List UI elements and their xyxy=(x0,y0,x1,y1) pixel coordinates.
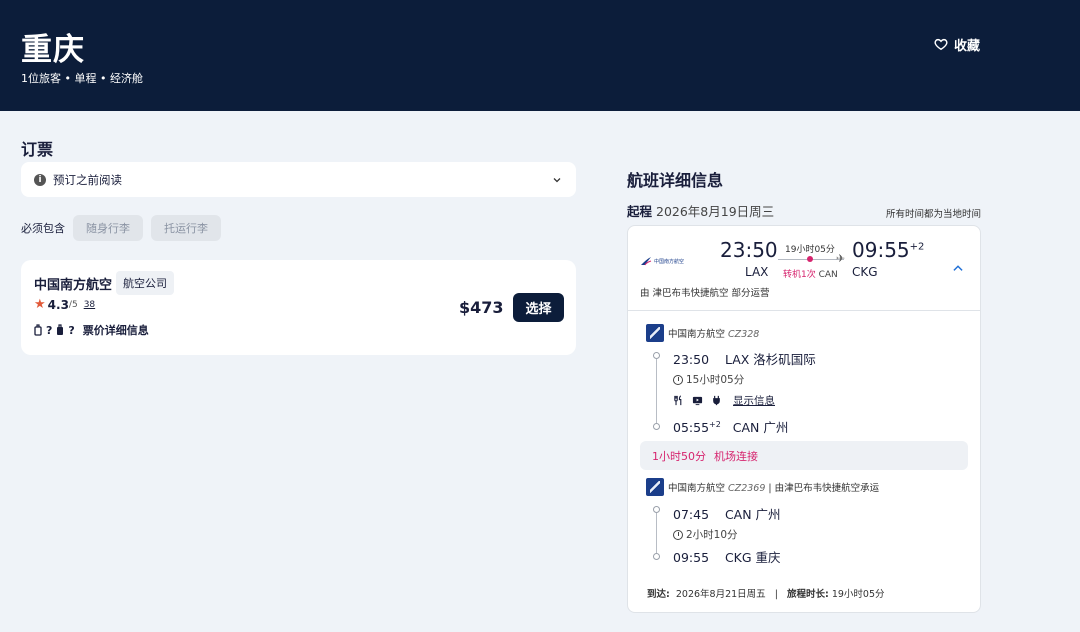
stops-info: 转机1次 CAN xyxy=(783,267,838,280)
flight-offer-card: 中国南方航空 航空公司 ★ 4.3 /5 38 ? ? 票价详细信息 $473 … xyxy=(21,260,576,355)
operated-by: 由 津巴布韦快捷航空 部分运营 xyxy=(640,288,770,299)
outbound-label: 起程 xyxy=(627,204,653,219)
flight-detail-card: 中国南方航空 23:50 LAX 19小时05分 ✈ 转机1次 CAN 09:5… xyxy=(627,225,981,613)
meal-icon xyxy=(674,395,682,406)
departure-code: LAX xyxy=(745,265,769,279)
total-duration: 19小时05分 xyxy=(785,245,835,255)
read-before-booking[interactable]: i 预订之前阅读 xyxy=(21,162,576,197)
timeline-line xyxy=(656,513,657,553)
star-icon: ★ xyxy=(34,297,46,312)
power-icon xyxy=(713,395,720,406)
stops-count: 转机1次 xyxy=(783,270,816,280)
fare-details-link[interactable]: 票价详细信息 xyxy=(83,322,149,338)
chevron-down-icon xyxy=(553,177,561,182)
read-before-label: 预订之前阅读 xyxy=(53,172,122,187)
clock-icon xyxy=(673,529,683,540)
timeline-dot xyxy=(653,352,660,359)
booking-title: 订票 xyxy=(21,140,54,159)
trip-summary: 1位旅客 • 单程 • 经济舱 xyxy=(21,72,143,85)
info-icon: i xyxy=(34,173,46,186)
timeline-dot xyxy=(653,423,660,430)
segment-duration: 15小时05分 xyxy=(673,372,744,387)
layover-banner: 1小时50分 机场连接 xyxy=(640,441,968,470)
departure-time: 23:50 xyxy=(720,238,778,262)
clock-icon xyxy=(673,374,683,385)
must-include-label: 必须包含 xyxy=(21,222,65,235)
flight-number: CZ328 xyxy=(728,329,760,340)
stop-dot xyxy=(807,256,813,262)
save-button[interactable]: 收藏 xyxy=(934,34,980,54)
arrival-day-offset: +2 xyxy=(909,241,925,253)
outbound-date-value: 2026年8月19日周三 xyxy=(656,204,775,219)
layover-duration: 1小时50分 xyxy=(652,449,706,463)
segment-airline: 中国南方航空 CZ328 xyxy=(668,329,760,340)
must-include-row: 必须包含 随身行李 托运行李 xyxy=(21,215,221,241)
arrival-code: CKG xyxy=(852,265,878,279)
airline-name: 中国南方航空 xyxy=(34,278,113,293)
outbound-date: 起程 2026年8月19日周三 xyxy=(627,201,774,220)
arrival-summary: 到达: 2026年8月21日周五 | 旅程时长: 19小时05分 xyxy=(647,589,885,600)
segment-arrival: 05:55+2 CAN 广州 xyxy=(673,419,789,435)
airline-tag: 航空公司 xyxy=(116,271,174,295)
rating-value: 4.3 xyxy=(47,297,69,312)
airline-logo: 中国南方航空 xyxy=(640,254,690,268)
flight-summary[interactable]: 中国南方航空 23:50 LAX 19小时05分 ✈ 转机1次 CAN 09:5… xyxy=(628,226,980,311)
arrival-time: 09:55+2 xyxy=(852,238,925,262)
stop-code: CAN xyxy=(818,270,838,280)
local-time-note: 所有时间都为当地时间 xyxy=(886,209,982,220)
segment-departure: 23:50 LAX 洛杉矶国际 xyxy=(673,352,816,367)
chevron-up-icon[interactable] xyxy=(951,263,965,273)
entertainment-icon xyxy=(692,396,703,406)
chip-carryon[interactable]: 随身行李 xyxy=(73,215,143,241)
airline-logo-icon xyxy=(646,324,664,342)
heart-icon xyxy=(934,38,948,51)
flight-number: CZ2369 xyxy=(728,483,766,494)
page-title: 重庆 xyxy=(21,32,85,68)
carryon-status: ? xyxy=(46,323,53,337)
timeline-dot xyxy=(653,553,660,560)
rating-max: /5 xyxy=(68,299,78,310)
airline-logo-icon xyxy=(646,478,664,496)
rating: ★ 4.3 /5 38 xyxy=(34,297,95,312)
segment-airline: 中国南方航空 CZ2369 | 由津巴布韦快捷航空承运 xyxy=(668,483,880,494)
chip-checked-bag[interactable]: 托运行李 xyxy=(151,215,221,241)
layover-label: 机场连接 xyxy=(714,449,758,463)
timeline-dot xyxy=(653,506,660,513)
review-count-link[interactable]: 38 xyxy=(84,300,95,310)
show-info-link[interactable]: 显示信息 xyxy=(733,393,775,408)
save-label: 收藏 xyxy=(954,38,981,54)
segment-arrival: 09:55 CKG 重庆 xyxy=(673,550,781,565)
carryon-bag-icon xyxy=(34,324,42,336)
header: 重庆 1位旅客 • 单程 • 经济舱 收藏 xyxy=(0,0,1080,111)
price: $473 xyxy=(459,298,504,317)
timeline-line xyxy=(656,359,657,423)
amenities: 显示信息 xyxy=(673,393,775,408)
china-southern-logo-icon xyxy=(641,257,652,266)
plane-icon: ✈ xyxy=(836,252,846,265)
select-button[interactable]: 选择 xyxy=(513,293,564,322)
checked-bag-icon xyxy=(57,324,64,335)
checked-status: ? xyxy=(68,323,75,337)
segment-departure: 07:45 CAN 广州 xyxy=(673,507,781,522)
flight-details-title: 航班详细信息 xyxy=(627,171,724,190)
segment-duration: 2小时10分 xyxy=(673,527,738,542)
baggage-info: ? ? 票价详细信息 xyxy=(34,322,149,338)
